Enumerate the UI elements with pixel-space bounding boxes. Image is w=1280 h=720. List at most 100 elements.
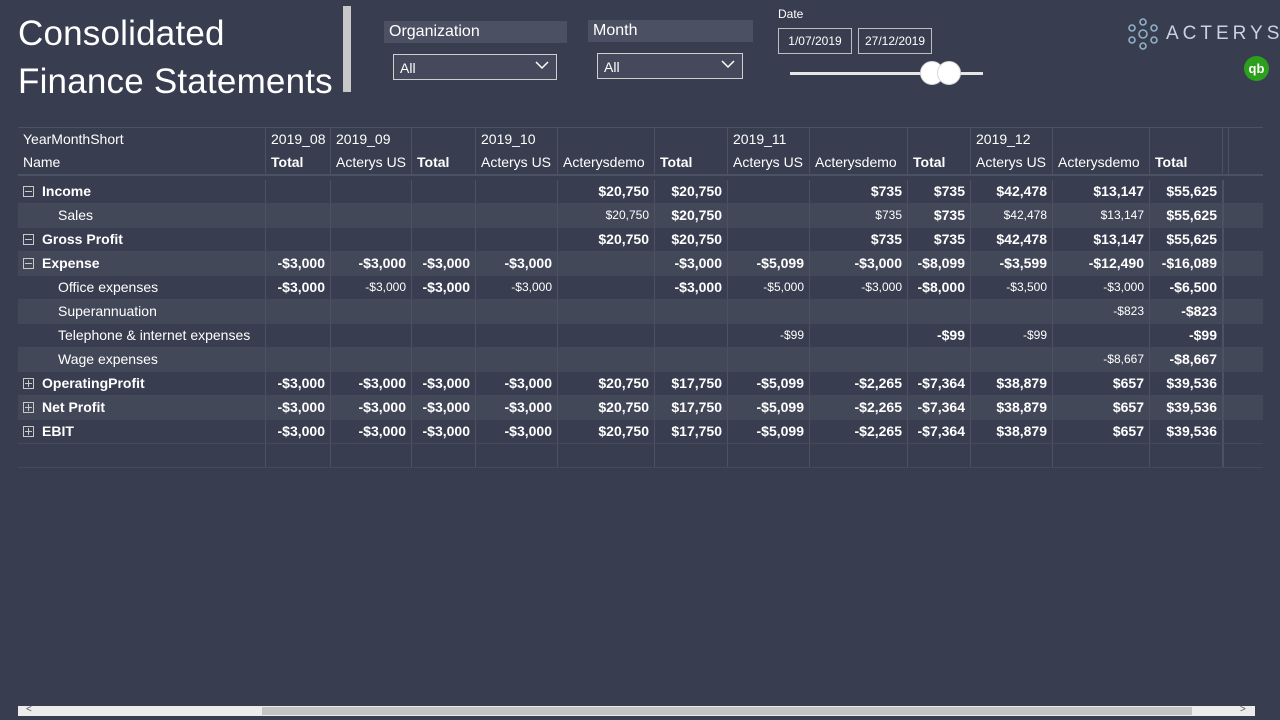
- value-cell: $735: [908, 180, 971, 203]
- row-label: Sales: [58, 207, 94, 223]
- value-cell: -$3,000: [266, 276, 331, 299]
- collapse-minus-icon[interactable]: [23, 233, 34, 245]
- expand-plus-icon[interactable]: [23, 401, 34, 413]
- value-cell: $20,750: [558, 228, 655, 251]
- row-label: Office expenses: [58, 279, 159, 295]
- table-row: Telephone & internet expenses -$99 -$99 -$9…: [18, 324, 1263, 348]
- table-row: EBIT -$3,000 -$3,000 -$3,000 -$3,000 $20,750 $…: [18, 420, 1263, 444]
- date-slicer-label: Date: [778, 7, 804, 21]
- row-name-cell[interactable]: Net Profit: [18, 396, 266, 419]
- value-cell: [810, 300, 908, 323]
- column-header-entity[interactable]: Acterys US: [971, 151, 1053, 174]
- row-name-cell: Wage expenses: [18, 348, 266, 371]
- column-header-entity[interactable]: Total: [908, 151, 971, 174]
- row-name-cell[interactable]: Income: [18, 180, 266, 203]
- value-cell: -$3,000: [266, 396, 331, 419]
- date-range-end-handle[interactable]: [937, 61, 961, 85]
- row-name-cell[interactable]: Gross Profit: [18, 228, 266, 251]
- empty-cell: [476, 444, 558, 467]
- value-cell-filler: [1223, 204, 1224, 227]
- value-cell: $735: [810, 204, 908, 227]
- value-cell: -$5,099: [728, 420, 810, 443]
- value-cell: -$3,000: [331, 372, 412, 395]
- value-cell: [412, 180, 476, 203]
- month-slicer-header: Month: [588, 20, 753, 42]
- column-header-month[interactable]: 2019_08: [266, 128, 331, 151]
- column-header-entity[interactable]: Acterysdemo: [810, 151, 908, 174]
- value-cell: [331, 204, 412, 227]
- value-cell: -$3,000: [331, 252, 412, 275]
- column-header-entity[interactable]: Acterys US: [728, 151, 810, 174]
- value-cell: -$12,490: [1053, 252, 1150, 275]
- acterys-logo-text: ACTERYS: [1166, 23, 1280, 44]
- table-row: Net Profit -$3,000 -$3,000 -$3,000 -$3,000 $2…: [18, 396, 1263, 420]
- row-label: Expense: [42, 255, 100, 271]
- organization-dropdown-value: All: [400, 60, 416, 76]
- column-header-month[interactable]: 2019_09: [331, 128, 412, 151]
- empty-cell: [266, 444, 331, 467]
- value-cell: [971, 348, 1053, 371]
- column-header-entity[interactable]: Acterys US: [476, 151, 558, 174]
- column-header-entity[interactable]: Total: [1150, 151, 1223, 174]
- column-header-entity[interactable]: Acterysdemo: [1053, 151, 1150, 174]
- empty-cell: [971, 444, 1053, 467]
- value-cell: $13,147: [1053, 180, 1150, 203]
- matrix-header-subheaders: Name Total Acterys US Total Acterys US Actery…: [18, 151, 1263, 176]
- column-header-month-span: [412, 128, 476, 151]
- column-header-month[interactable]: 2019_10: [476, 128, 558, 151]
- column-header-month[interactable]: 2019_11: [728, 128, 810, 151]
- table-row: Wage expenses -$8,667 -$8,667: [18, 348, 1263, 372]
- expand-plus-icon[interactable]: [23, 425, 34, 437]
- horizontal-scrollbar[interactable]: < >: [18, 704, 1255, 716]
- value-cell: -$2,265: [810, 372, 908, 395]
- column-header-entity[interactable]: Acterys US: [331, 151, 412, 174]
- column-header-entity[interactable]: Acterysdemo: [558, 151, 655, 174]
- column-header-entity[interactable]: Total: [266, 151, 331, 174]
- value-cell: -$5,099: [728, 396, 810, 419]
- scrollbar-thumb[interactable]: [262, 707, 1192, 715]
- organization-dropdown[interactable]: All: [393, 54, 557, 80]
- month-dropdown[interactable]: All: [597, 53, 743, 79]
- value-cell: $38,879: [971, 372, 1053, 395]
- value-cell: [558, 348, 655, 371]
- empty-cell: [655, 444, 728, 467]
- column-header-entity[interactable]: Total: [412, 151, 476, 174]
- value-cell: [810, 348, 908, 371]
- row-name-cell[interactable]: EBIT: [18, 420, 266, 443]
- row-name-cell[interactable]: OperatingProfit: [18, 372, 266, 395]
- value-cell: [266, 324, 331, 347]
- expand-plus-icon[interactable]: [23, 377, 34, 389]
- empty-cell: [908, 444, 971, 467]
- date-start-input[interactable]: 1/07/2019: [778, 28, 852, 54]
- value-cell: -$3,000: [266, 372, 331, 395]
- column-header-entity[interactable]: Total: [655, 151, 728, 174]
- value-cell: -$7,364: [908, 372, 971, 395]
- value-cell: -$3,000: [810, 252, 908, 275]
- value-cell: $55,625: [1150, 180, 1223, 203]
- collapse-minus-icon[interactable]: [23, 257, 34, 269]
- value-cell: -$3,000: [412, 252, 476, 275]
- row-label: Superannuation: [58, 303, 157, 319]
- value-cell: [476, 228, 558, 251]
- table-row: Office expenses -$3,000 -$3,000 -$3,000 -$3,…: [18, 276, 1263, 300]
- value-cell: -$5,099: [728, 372, 810, 395]
- value-cell: -$3,000: [476, 276, 558, 299]
- column-header-month[interactable]: 2019_12: [971, 128, 1053, 151]
- value-cell-filler: [1223, 324, 1224, 347]
- value-cell: [331, 348, 412, 371]
- empty-cell: [412, 444, 476, 467]
- scroll-right-icon[interactable]: >: [1240, 704, 1246, 715]
- scroll-left-icon[interactable]: <: [26, 704, 32, 715]
- value-cell: [266, 228, 331, 251]
- row-name-cell[interactable]: Expense: [18, 252, 266, 275]
- month-dropdown-value: All: [604, 59, 620, 75]
- value-cell: $20,750: [558, 420, 655, 443]
- date-end-input[interactable]: 27/12/2019: [858, 28, 932, 54]
- row-header-name[interactable]: Name: [18, 151, 266, 174]
- value-cell: [971, 300, 1053, 323]
- matrix-header-months: YearMonthShort 2019_08 2019_09 2019_10 2019_…: [18, 127, 1263, 151]
- value-cell: [412, 324, 476, 347]
- column-header-corner: YearMonthShort: [18, 128, 266, 151]
- collapse-minus-icon[interactable]: [23, 185, 34, 197]
- row-label: Gross Profit: [42, 231, 123, 247]
